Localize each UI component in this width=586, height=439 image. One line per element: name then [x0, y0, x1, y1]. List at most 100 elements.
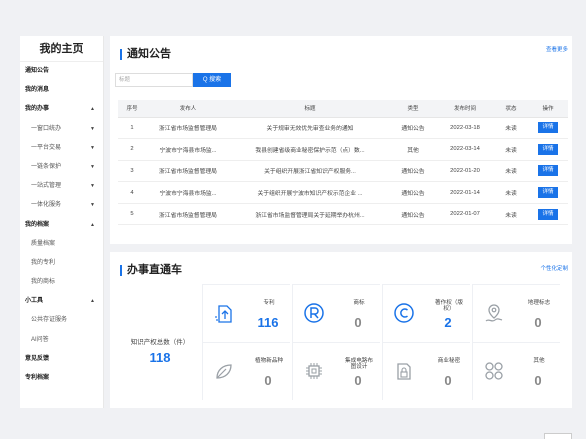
column-header: 发布人 — [146, 100, 230, 118]
sidebar-item[interactable]: 通知公告 — [20, 62, 103, 81]
service-card[interactable]: 其他 0 — [472, 342, 560, 400]
view-more-link[interactable]: 查看更多 — [546, 45, 568, 53]
sidebar-item-label: 一平台交易 — [31, 144, 62, 151]
ip-total: 知识产权总数（件） 118 — [118, 336, 202, 365]
sidebar-item-label: 我的消息 — [25, 87, 50, 94]
sidebar-item[interactable]: 我的办事 ▲ — [20, 100, 103, 119]
cell-status: 未读 — [494, 181, 528, 204]
service-card[interactable]: 商业秘密 0 — [382, 342, 470, 400]
service-card[interactable]: 著作权（版权） 2 — [382, 284, 470, 342]
cell-date: 2022-03-14 — [436, 138, 494, 161]
cell-type: 其他 — [390, 138, 436, 161]
geo-mark-icon — [483, 302, 505, 324]
table-row: 4 宁波市宁海县市场监... 关于组织开展宁波市知识产权示范企业 ... 通知公告 20… — [118, 181, 568, 204]
sidebar-item-label: 意见反馈 — [25, 355, 50, 362]
sidebar-item-label: 我的档案 — [25, 221, 50, 228]
service-card[interactable]: 植物新品种 0 — [202, 342, 290, 400]
sidebar: 我的主页 通知公告 我的消息 我的办事 ▲ 一窗口统办 ▼ 一平台交易 ▼ 一链条保护 ▼ 一站式管… — [20, 36, 104, 408]
sidebar-item-label: 我的办事 — [25, 106, 50, 113]
table-row: 3 浙江省市场监督管理局 关于组织开展浙江省知识产权服务... 通知公告 2022-01… — [118, 160, 568, 183]
column-header: 发布时间 — [436, 100, 494, 118]
service-card[interactable]: 专利 116 — [202, 284, 290, 342]
copyright-icon — [393, 302, 415, 324]
sidebar-item[interactable]: 专利档案 — [20, 369, 103, 388]
sidebar-item-label: 我的专利 — [31, 259, 56, 266]
cell-no: 4 — [118, 181, 146, 204]
detail-button[interactable]: 详情 — [538, 165, 558, 177]
page-corner-widget[interactable] — [544, 433, 572, 439]
notice-table: 序号 发布人 标题 类型 发布时间 状态 操作 1 浙江省市场监督管理局 关于规审无效优先审查业… — [118, 100, 568, 226]
service-card[interactable]: 集成电路布图设计 0 — [292, 342, 380, 400]
search-button[interactable]: Q 搜索 — [193, 73, 231, 87]
cell-publisher: 浙江省市场监督管理局 — [146, 117, 230, 140]
sidebar-item[interactable]: 我的档案 ▲ — [20, 216, 103, 235]
search-input[interactable]: 标题 — [115, 73, 193, 87]
cell-title[interactable]: 关于组织开展宁波市知识产权示范企业 ... — [230, 181, 390, 204]
caret-up-icon: ▲ — [90, 106, 95, 113]
sidebar-item[interactable]: 公共存证服务 — [20, 311, 103, 330]
sidebar-title: 我的主页 — [20, 36, 103, 62]
cell-type: 通知公告 — [390, 203, 436, 226]
caret-up-icon: ▲ — [90, 221, 95, 228]
cell-title[interactable]: 我县创建省级商业秘密保护示范（点）数... — [230, 138, 390, 161]
sidebar-item[interactable]: 一平台交易 ▼ — [20, 139, 103, 158]
detail-button[interactable]: 详情 — [538, 187, 558, 199]
service-card-label: 专利 — [263, 300, 275, 306]
service-card-value: 0 — [354, 315, 362, 330]
customize-link[interactable]: 个性化定制 — [540, 264, 568, 272]
cell-action: 详情 — [528, 160, 568, 183]
sidebar-item-label: 小工具 — [25, 298, 44, 305]
column-header: 标题 — [230, 100, 390, 118]
sidebar-item[interactable]: 我的专利 — [20, 254, 103, 273]
sidebar-item[interactable]: 一窗口统办 ▼ — [20, 120, 103, 139]
sidebar-item[interactable]: 我的商标 — [20, 273, 103, 292]
service-card-value: 0 — [534, 315, 542, 330]
ip-total-value: 118 — [149, 350, 171, 365]
service-card-label: 其他 — [533, 358, 545, 364]
caret-up-icon: ▲ — [90, 298, 95, 305]
sidebar-item[interactable]: 一链条保护 ▼ — [20, 158, 103, 177]
detail-button[interactable]: 详情 — [538, 122, 558, 134]
cell-type: 通知公告 — [390, 117, 436, 140]
table-row: 5 浙江省市场监督管理局 浙江省市场监督管理局关于延期举办杭州... 通知公告 2022… — [118, 203, 568, 226]
sidebar-item[interactable]: 意见反馈 — [20, 350, 103, 369]
cell-title[interactable]: 浙江省市场监督管理局关于延期举办杭州... — [230, 203, 390, 226]
sidebar-item-label: 一体化服务 — [31, 202, 62, 209]
service-card-value: 116 — [257, 315, 279, 330]
service-card-value: 0 — [444, 373, 452, 388]
table-row: 2 宁波市宁海县市场监... 我县创建省级商业秘密保护示范（点）数... 其他 2022… — [118, 138, 568, 161]
trade-secret-icon — [393, 360, 415, 382]
service-card-label: 植物新品种 — [255, 358, 283, 364]
cell-no: 2 — [118, 138, 146, 161]
ip-total-label: 知识产权总数（件） — [130, 339, 190, 346]
service-card-value: 0 — [264, 373, 272, 388]
sidebar-item[interactable]: 小工具 ▲ — [20, 292, 103, 311]
trademark-icon — [303, 302, 325, 324]
cell-publisher: 浙江省市场监督管理局 — [146, 160, 230, 183]
sidebar-item[interactable]: 一体化服务 ▼ — [20, 196, 103, 215]
cell-title[interactable]: 关于规审无效优先审查业务的通知 — [230, 117, 390, 140]
service-card-label: 地理标志 — [527, 300, 551, 306]
service-card[interactable]: 商标 0 — [292, 284, 380, 342]
sidebar-item[interactable]: 我的消息 — [20, 81, 103, 100]
service-card-label: 商标 — [353, 300, 365, 306]
cell-date: 2022-01-07 — [436, 203, 494, 226]
detail-button[interactable]: 详情 — [538, 143, 558, 155]
sidebar-item-label: 一链条保护 — [31, 163, 62, 170]
service-card[interactable]: 地理标志 0 — [472, 284, 560, 342]
caret-down-icon: ▼ — [90, 202, 95, 209]
sidebar-item[interactable]: 一站式管理 ▼ — [20, 177, 103, 196]
column-header: 类型 — [390, 100, 436, 118]
cell-status: 未读 — [494, 117, 528, 140]
sidebar-item[interactable]: AI问答 — [20, 331, 103, 350]
sidebar-item-label: 通知公告 — [25, 68, 50, 74]
detail-button[interactable]: 详情 — [538, 208, 558, 220]
cell-title[interactable]: 关于组织开展浙江省知识产权服务... — [230, 160, 390, 183]
sidebar-item[interactable]: 质量档案 — [20, 235, 103, 254]
sidebar-item-label: 质量档案 — [31, 240, 56, 247]
column-header: 操作 — [528, 100, 568, 118]
column-header: 状态 — [494, 100, 528, 118]
service-card-value: 2 — [444, 315, 452, 330]
sidebar-item-label: 我的商标 — [31, 279, 56, 286]
service-title: 办事直通车 — [120, 265, 182, 276]
